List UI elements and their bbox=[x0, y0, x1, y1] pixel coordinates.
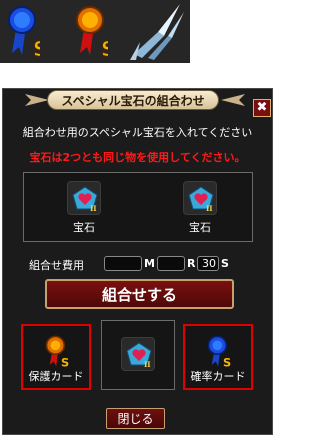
cost-s-field: 30 bbox=[197, 256, 219, 271]
cost-r-unit: R bbox=[187, 257, 196, 270]
heart-gem-icon: II bbox=[126, 342, 152, 368]
gem-slots-box: II 宝石 II 宝石 bbox=[23, 172, 253, 242]
cost-s-unit: S bbox=[221, 257, 229, 270]
crystal-shard-icon[interactable] bbox=[128, 2, 186, 62]
heart-gem-icon: II bbox=[72, 186, 98, 212]
instruction-text: 組合わせ用のスペシャル宝石を入れてください bbox=[22, 126, 253, 139]
svg-text:S: S bbox=[61, 355, 69, 368]
dialog-title: スペシャル宝石の組合わせ bbox=[47, 90, 219, 110]
cost-m-unit: M bbox=[144, 257, 155, 270]
cost-m-field bbox=[104, 256, 142, 271]
blue-medal-icon: S bbox=[207, 335, 231, 368]
left-wing-ornament bbox=[25, 94, 49, 106]
svg-text:S: S bbox=[223, 355, 231, 368]
protection-card-label: 保護カード bbox=[28, 370, 84, 383]
svg-text:S: S bbox=[33, 37, 40, 61]
close-button[interactable]: 閉じる bbox=[106, 408, 165, 429]
red-medal-icon[interactable]: S bbox=[74, 3, 108, 61]
svg-text:II: II bbox=[90, 204, 97, 212]
combine-cost-row: 組合せ費用 M R 30 S bbox=[29, 256, 259, 272]
gem-slot-2[interactable]: II bbox=[183, 181, 217, 215]
blue-medal-icon[interactable]: S bbox=[6, 3, 40, 61]
result-gem-slot: II bbox=[121, 337, 155, 371]
heart-gem-icon: II bbox=[188, 186, 214, 212]
combine-button[interactable]: 組合せする bbox=[45, 279, 234, 309]
red-medal-icon: S bbox=[45, 335, 69, 368]
gem-slot-1[interactable]: II bbox=[67, 181, 101, 215]
protection-card-slot[interactable]: S 保護カード bbox=[21, 324, 91, 390]
svg-text:II: II bbox=[144, 360, 151, 368]
probability-card-slot[interactable]: S 確率カード bbox=[183, 324, 253, 390]
warning-text: 宝石は2つとも同じ物を使用してください。 bbox=[29, 151, 246, 164]
close-x-button[interactable]: ✖ bbox=[253, 99, 271, 117]
result-slot[interactable]: II bbox=[101, 320, 175, 390]
item-strip: S S bbox=[0, 0, 190, 63]
cost-label: 組合せ費用 bbox=[29, 259, 84, 272]
gem-combine-dialog: スペシャル宝石の組合わせ ✖ 組合わせ用のスペシャル宝石を入れてください 宝石は… bbox=[2, 88, 273, 435]
gem-slot-1-label: 宝石 bbox=[73, 221, 95, 234]
gem-slot-2-label: 宝石 bbox=[189, 221, 211, 234]
svg-text:S: S bbox=[101, 37, 108, 61]
svg-text:II: II bbox=[206, 204, 213, 212]
title-bar: スペシャル宝石の組合わせ bbox=[23, 89, 245, 111]
probability-card-label: 確率カード bbox=[190, 370, 246, 383]
cost-r-field bbox=[157, 256, 185, 271]
right-wing-ornament bbox=[221, 94, 245, 106]
